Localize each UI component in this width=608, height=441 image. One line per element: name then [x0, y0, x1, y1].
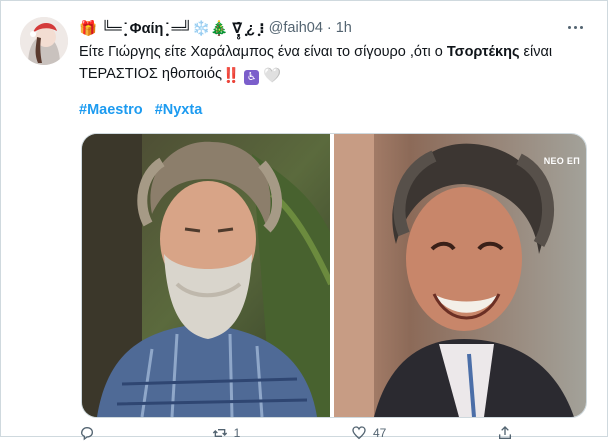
reply-icon	[80, 426, 94, 441]
hashtag-maestro[interactable]: #Maestro	[79, 102, 143, 118]
separator-dot: ·	[326, 20, 332, 36]
tweet-actions: 1 47	[79, 426, 519, 441]
tweet-text-part2: είναι	[519, 44, 553, 60]
tweet-text-bold-name: Τσορτέκης	[446, 44, 520, 60]
share-button[interactable]	[497, 426, 519, 440]
tweet-card[interactable]: 🎁 ╚═ ̣̥̇ Φαίη ̣̥̇ ═╝❄️🎄 ∇̣̥̇ ̣̥¿ ̣̥⁝ @fa…	[0, 0, 608, 441]
photo-right-image	[334, 134, 586, 417]
tweet-header: 🎁 ╚═ ̣̥̇ Φαίη ̣̥̇ ═╝❄️🎄 ∇̣̥̇ ̣̥¿ ̣̥⁝ @fa…	[79, 18, 352, 38]
photo-left-image	[82, 134, 331, 417]
retweet-icon	[212, 429, 227, 437]
channel-watermark: ΝΕΟ ΕΠ	[543, 156, 580, 166]
avatar-image	[20, 17, 68, 65]
reply-button[interactable]	[79, 426, 101, 441]
tweet-text-line2: ΤΕΡΑΣΤΙΟΣ ηθοποιός	[79, 66, 223, 82]
share-icon	[498, 426, 511, 439]
accessibility-icon: ♿	[244, 70, 260, 85]
media-divider	[330, 134, 332, 417]
heart-icon	[352, 426, 366, 440]
avatar[interactable]	[20, 17, 68, 65]
photo-bearded-man[interactable]	[82, 134, 331, 417]
hashtag-row: #Maestro #Nyxta	[79, 99, 210, 121]
tweet-text: Είτε Γιώργης είτε Χαράλαμπος ένα είναι τ…	[79, 41, 591, 87]
photo-smiling-man[interactable]: ΝΕΟ ΕΠ	[334, 134, 586, 417]
display-name[interactable]: 🎁 ╚═ ̣̥̇ Φαίη ̣̥̇ ═╝❄️🎄 ∇̣̥̇ ̣̥¿ ̣̥⁝	[79, 20, 265, 37]
double-exclamation-emoji: ‼️	[222, 68, 241, 84]
like-count: 47	[372, 426, 387, 440]
retweet-count: 1	[233, 426, 241, 440]
more-options-icon[interactable]	[565, 17, 585, 37]
tweet-timestamp[interactable]: 1h	[336, 20, 352, 36]
like-button[interactable]: 47	[351, 426, 386, 440]
hashtag-nyxta[interactable]: #Nyxta	[155, 102, 203, 118]
tweet-text-part1: Είτε Γιώργης είτε Χαράλαμπος ένα είναι τ…	[79, 44, 447, 60]
media-grid: ΝΕΟ ΕΠ	[81, 133, 587, 418]
white-heart-emoji: 🤍	[263, 68, 282, 84]
retweet-button[interactable]: 1	[212, 426, 241, 440]
user-handle[interactable]: @faih04	[269, 20, 323, 36]
